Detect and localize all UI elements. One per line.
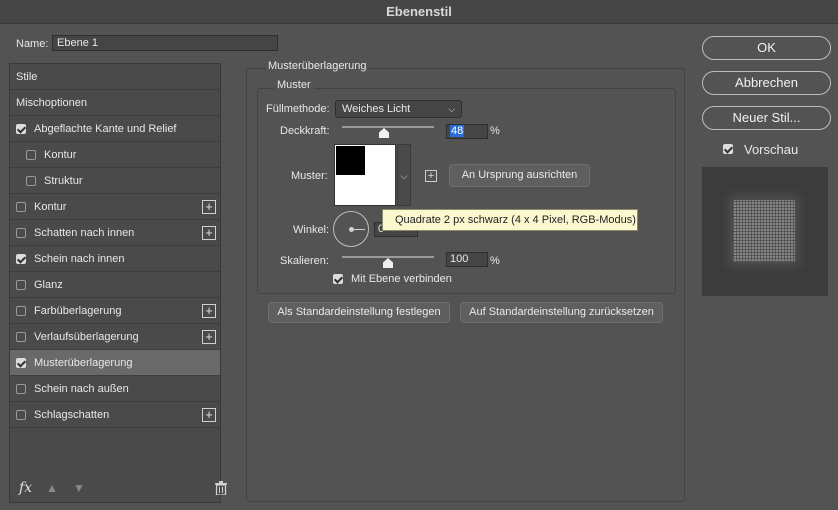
reset-default-button[interactable]: Auf Standardeinstellung zurücksetzen	[460, 302, 663, 323]
style-checkbox[interactable]	[16, 332, 26, 342]
scale-field[interactable]: 100	[446, 252, 488, 267]
snap-to-origin-button[interactable]: An Ursprung ausrichten	[449, 164, 590, 187]
chevron-down-icon: ⌵	[448, 104, 455, 114]
opacity-field[interactable]: 48	[446, 124, 488, 139]
link-with-layer-label: Mit Ebene verbinden	[351, 273, 452, 285]
style-list: fx ▲ ▼ Stile Mischoptionen Abgeflachte Kan…	[9, 63, 227, 503]
add-effect-plus-icon[interactable]: +	[202, 304, 216, 318]
add-effect-plus-icon[interactable]: +	[202, 200, 216, 214]
style-checkbox[interactable]	[16, 202, 26, 212]
pattern-tooltip: Quadrate 2 px schwarz (4 x 4 Pixel, RGB-…	[382, 209, 638, 231]
style-list-item-label: Schlagschatten	[34, 409, 110, 421]
pattern-picker-chevron-icon[interactable]: ⌵	[397, 144, 411, 206]
style-list-footer: fx ▲ ▼	[10, 476, 227, 502]
cancel-button[interactable]: Abbrechen	[702, 71, 831, 95]
name-label: Name:	[16, 38, 49, 50]
add-effect-plus-icon[interactable]: +	[202, 226, 216, 240]
section-title: Musterüberlagerung	[266, 60, 369, 72]
style-checkbox[interactable]	[16, 384, 26, 394]
preview-label: Vorschau	[744, 142, 799, 157]
style-list-item[interactable]: Schein nach außen	[10, 376, 220, 402]
blend-mode-select[interactable]: Weiches Licht ⌵	[335, 100, 462, 118]
style-list-item[interactable]: Stile	[10, 64, 220, 90]
style-list-item-label: Kontur	[44, 149, 77, 161]
scale-unit: %	[490, 255, 500, 267]
style-checkbox[interactable]	[16, 358, 26, 368]
scale-label: Skalieren:	[280, 255, 329, 267]
make-default-button[interactable]: Als Standardeinstellung festlegen	[268, 302, 450, 323]
pattern-label: Muster:	[291, 170, 328, 182]
style-checkbox[interactable]	[16, 306, 26, 316]
arrow-up-icon[interactable]: ▲	[46, 481, 58, 495]
style-list-item[interactable]: Musterüberlagerung	[10, 350, 220, 376]
style-list-item-label: Schein nach außen	[34, 383, 129, 395]
style-list-item-label: Farbüberlagerung	[34, 305, 122, 317]
group-title: Muster	[274, 79, 314, 91]
style-list-item[interactable]: Kontur +	[10, 194, 220, 220]
opacity-value: 48	[450, 125, 465, 137]
name-input[interactable]: Ebene 1	[52, 35, 278, 51]
preview-checkbox[interactable]	[723, 144, 733, 154]
style-list-item[interactable]: Schatten nach innen +	[10, 220, 220, 246]
style-list-item[interactable]: Mischoptionen	[10, 90, 220, 116]
style-list-item[interactable]: Schlagschatten +	[10, 402, 220, 428]
arrow-down-icon[interactable]: ▼	[73, 481, 85, 495]
preview-thumbnail	[702, 167, 828, 296]
style-list-item-label: Mischoptionen	[16, 97, 87, 109]
style-checkbox[interactable]	[26, 150, 36, 160]
ok-button[interactable]: OK	[702, 36, 831, 60]
style-list-item-label: Abgeflachte Kante und Relief	[34, 123, 177, 135]
style-list-item-label: Struktur	[44, 175, 83, 187]
preview-pattern-square	[733, 200, 795, 262]
style-list-item[interactable]: Verlaufsüberlagerung +	[10, 324, 220, 350]
style-list-item[interactable]: Schein nach innen	[10, 246, 220, 272]
style-checkbox[interactable]	[26, 176, 36, 186]
style-list-item[interactable]: Farbüberlagerung +	[10, 298, 220, 324]
style-list-item[interactable]: Glanz	[10, 272, 220, 298]
style-checkbox[interactable]	[16, 228, 26, 238]
opacity-label: Deckkraft:	[280, 125, 330, 137]
window-title: Ebenenstil	[0, 0, 838, 24]
style-list-item-label: Schein nach innen	[34, 253, 125, 265]
pattern-swatch-black-square	[336, 146, 365, 175]
link-with-layer-checkbox[interactable]	[333, 274, 343, 284]
style-list-item[interactable]: Abgeflachte Kante und Relief	[10, 116, 220, 142]
blend-mode-value: Weiches Licht	[342, 103, 411, 115]
pattern-swatch[interactable]	[334, 144, 396, 206]
style-list-item-label: Schatten nach innen	[34, 227, 135, 239]
style-list-item-label: Stile	[16, 71, 38, 83]
style-list-item[interactable]: Struktur	[10, 168, 220, 194]
style-checkbox[interactable]	[16, 410, 26, 420]
opacity-slider-track[interactable]	[342, 126, 434, 128]
angle-dial[interactable]	[333, 211, 369, 247]
opacity-unit: %	[490, 125, 500, 137]
style-list-item-label: Musterüberlagerung	[34, 357, 133, 369]
style-list-item-label: Glanz	[34, 279, 63, 291]
scale-slider-track[interactable]	[342, 256, 434, 258]
style-checkbox[interactable]	[16, 254, 26, 264]
add-effect-plus-icon[interactable]: +	[202, 408, 216, 422]
trash-icon[interactable]	[215, 481, 227, 498]
style-checkbox[interactable]	[16, 280, 26, 290]
fx-icon[interactable]: fx	[19, 480, 32, 496]
add-effect-plus-icon[interactable]: +	[202, 330, 216, 344]
blend-mode-label: Füllmethode:	[266, 103, 330, 115]
new-style-button[interactable]: Neuer Stil...	[702, 106, 831, 130]
new-preset-plus-icon[interactable]: +	[425, 170, 437, 182]
style-list-item-label: Verlaufsüberlagerung	[34, 331, 139, 343]
style-list-item[interactable]: Kontur	[10, 142, 220, 168]
style-list-item-label: Kontur	[34, 201, 67, 213]
angle-label: Winkel:	[293, 224, 330, 236]
style-checkbox[interactable]	[16, 124, 26, 134]
